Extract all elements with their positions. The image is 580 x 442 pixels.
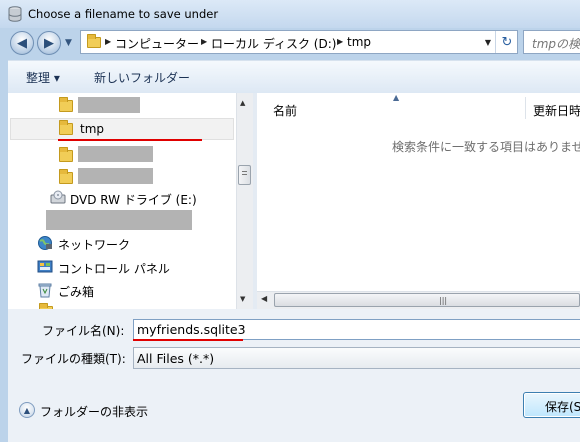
tree-item-dvd[interactable]: DVD RW ドライブ (E:) — [70, 191, 197, 208]
chevron-right-icon[interactable]: ▶ — [337, 37, 343, 46]
empty-list-message: 検索条件に一致する項目はありません — [392, 140, 580, 154]
redacted-item — [46, 210, 192, 230]
filename-value: myfriends.sqlite3 — [137, 322, 246, 337]
window-title: Choose a filename to save under — [28, 7, 219, 21]
underline-annotation — [58, 139, 202, 141]
breadcrumb-tmp[interactable]: tmp — [347, 35, 371, 49]
filetype-value: All Files (*.*) — [137, 351, 215, 366]
scroll-thumb[interactable] — [238, 165, 251, 185]
breadcrumb-computer[interactable]: コンピューター — [115, 35, 199, 52]
save-button-label: 保存(S) — [545, 400, 580, 414]
hide-folders-toggle[interactable]: フォルダーの非表示 — [40, 403, 148, 420]
redacted-item — [78, 168, 153, 184]
address-dropdown-icon[interactable]: ▼ — [481, 31, 495, 53]
tree-item-recycle-bin[interactable]: ごみ箱 — [58, 283, 94, 300]
scroll-down-icon[interactable]: ▼ — [240, 295, 245, 303]
back-button[interactable]: ◀ — [10, 31, 34, 55]
scroll-thumb[interactable]: ||| — [274, 293, 580, 307]
folder-icon — [87, 34, 101, 48]
folder-icon — [59, 147, 73, 162]
column-header-name[interactable]: 名前 — [273, 102, 297, 119]
tree-item-tmp[interactable] — [10, 118, 234, 140]
command-bar: 整理 ▾ 新しいフォルダー — [8, 60, 580, 94]
sort-ascending-icon: ▲ — [393, 93, 400, 102]
filename-input[interactable]: myfriends.sqlite3 — [133, 319, 580, 340]
network-icon — [38, 236, 52, 250]
navigation-scrollbar[interactable]: ▲ ▼ — [236, 93, 253, 309]
filename-label: ファイル名(N): — [42, 324, 125, 338]
forward-button[interactable]: ▶ — [37, 31, 61, 55]
tree-item-control-panel[interactable]: コントロール パネル — [58, 260, 170, 277]
scroll-left-icon[interactable]: ◀ — [261, 294, 267, 303]
database-icon — [8, 6, 22, 22]
folder-icon — [59, 120, 73, 135]
chevron-right-icon[interactable]: ▶ — [201, 37, 207, 46]
filetype-label: ファイルの種類(T): — [21, 352, 126, 366]
dvd-drive-icon — [50, 190, 66, 204]
tree-item-network[interactable]: ネットワーク — [58, 236, 130, 253]
column-divider[interactable] — [525, 97, 526, 119]
title-bar: Choose a filename to save under — [0, 0, 580, 28]
folder-icon — [59, 97, 73, 112]
arrow-right-icon: ▶ — [44, 35, 54, 51]
column-header-modified[interactable]: 更新日時 — [533, 102, 580, 119]
organize-button[interactable]: 整理 ▾ — [26, 69, 60, 86]
recent-pages-dropdown[interactable]: ▼ — [65, 38, 72, 48]
underline-annotation — [133, 339, 243, 341]
folder-icon — [59, 169, 73, 184]
scroll-up-icon[interactable]: ▲ — [240, 99, 245, 107]
navigation-pane: tmp DVD RW ドライブ (E:) ネットワーク コントロール パネル ご… — [8, 93, 236, 311]
breadcrumb-local-disk[interactable]: ローカル ディスク (D:) — [211, 35, 336, 52]
refresh-icon[interactable]: ↻ — [495, 31, 518, 53]
control-panel-icon — [37, 260, 53, 273]
save-button[interactable]: 保存(S) — [523, 392, 580, 418]
arrow-left-icon: ◀ — [17, 35, 27, 51]
tree-item-label: tmp — [80, 122, 105, 136]
file-list-pane: 名前 ▲ 更新日時 検索条件に一致する項目はありません — [257, 93, 580, 309]
search-input[interactable]: tmpの検索 — [523, 30, 580, 54]
search-placeholder: tmpの検索 — [532, 37, 580, 51]
redacted-item — [78, 146, 153, 162]
file-list-scrollbar[interactable]: ◀ ||| — [257, 291, 580, 309]
address-bar[interactable]: ▶ コンピューター ▶ ローカル ディスク (D:) ▶ tmp ▼ ↻ — [80, 30, 518, 54]
chevron-right-icon[interactable]: ▶ — [105, 37, 111, 46]
new-folder-button[interactable]: 新しいフォルダー — [94, 69, 190, 86]
redacted-item — [78, 97, 140, 113]
filetype-select[interactable]: All Files (*.*) — [133, 347, 580, 369]
recycle-bin-icon — [38, 283, 52, 298]
collapse-icon[interactable]: ▲ — [19, 402, 35, 418]
